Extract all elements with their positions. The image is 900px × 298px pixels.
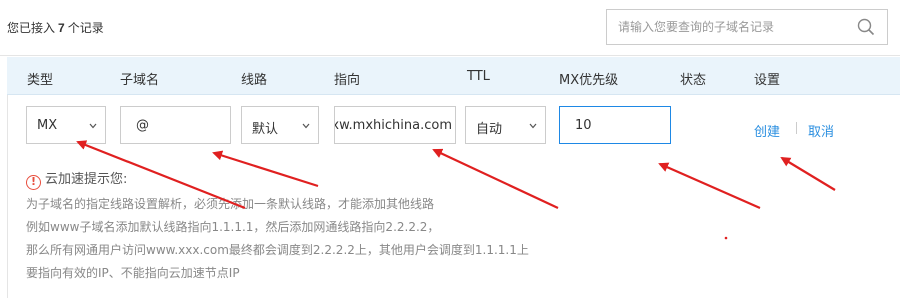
col-status: 状态 <box>680 73 707 88</box>
search-box[interactable] <box>606 9 888 45</box>
record-count-value: 7 <box>58 21 65 35</box>
col-line: 线路 <box>241 73 268 88</box>
search-icon[interactable] <box>857 18 875 36</box>
tip-line: 例如www子域名添加默认线路指向1.1.1.1，然后添加网通线路指向2.2.2.… <box>26 220 440 234</box>
ttl-select-value: 自动 <box>476 122 503 137</box>
subdomain-input[interactable]: @ <box>120 106 231 144</box>
record-count-prefix: 您已接入 <box>7 21 56 35</box>
line-select-value: 默认 <box>252 122 279 137</box>
top-bar: 您已接入 7 个记录 <box>0 0 900 56</box>
col-subdomain: 子域名 <box>120 73 160 88</box>
ttl-select[interactable]: 自动 <box>465 106 546 144</box>
tip-title: ! 云加速提示您: <box>26 168 127 190</box>
tip-line: 那么所有网通用户访问www.xxx.com最终都会调度到2.2.2.2上，其他用… <box>26 243 529 257</box>
tip-line: 要指向有效的IP、不能指向云加速节点IP <box>26 266 240 280</box>
search-input[interactable] <box>607 10 847 44</box>
mx-priority-input[interactable]: 10 <box>559 106 671 144</box>
target-input[interactable]: xw.mxhichina.com <box>334 106 456 144</box>
tip-line: 为子域名的指定线路设置解析，必须先添加一条默认线路，才能添加其他线路 <box>26 197 435 211</box>
line-select[interactable]: 默认 <box>241 106 319 144</box>
mx-priority-input-value: 10 <box>575 118 592 133</box>
col-mx-priority: MX优先级 <box>559 73 619 88</box>
tip-title-text: 云加速提示您: <box>45 172 128 187</box>
col-settings: 设置 <box>754 73 781 88</box>
chevron-down-icon <box>529 123 537 129</box>
type-select[interactable]: MX <box>26 106 106 144</box>
create-button[interactable]: 创建 <box>754 121 780 140</box>
cancel-button[interactable]: 取消 <box>808 121 834 140</box>
col-type: 类型 <box>27 73 54 88</box>
col-target: 指向 <box>334 73 361 88</box>
subdomain-input-value: @ <box>136 118 149 133</box>
target-input-value: xw.mxhichina.com <box>335 118 452 133</box>
action-divider <box>796 122 797 134</box>
chevron-down-icon <box>89 123 97 129</box>
chevron-down-icon <box>302 123 310 129</box>
record-count-suffix: 个记录 <box>67 21 104 35</box>
record-count: 您已接入 7 个记录 <box>7 19 104 36</box>
col-ttl: TTL <box>467 69 490 84</box>
type-select-value: MX <box>37 118 58 133</box>
table-header: 类型 子域名 线路 指向 TTL MX优先级 状态 设置 <box>7 57 900 95</box>
warning-icon: ! <box>26 175 41 190</box>
